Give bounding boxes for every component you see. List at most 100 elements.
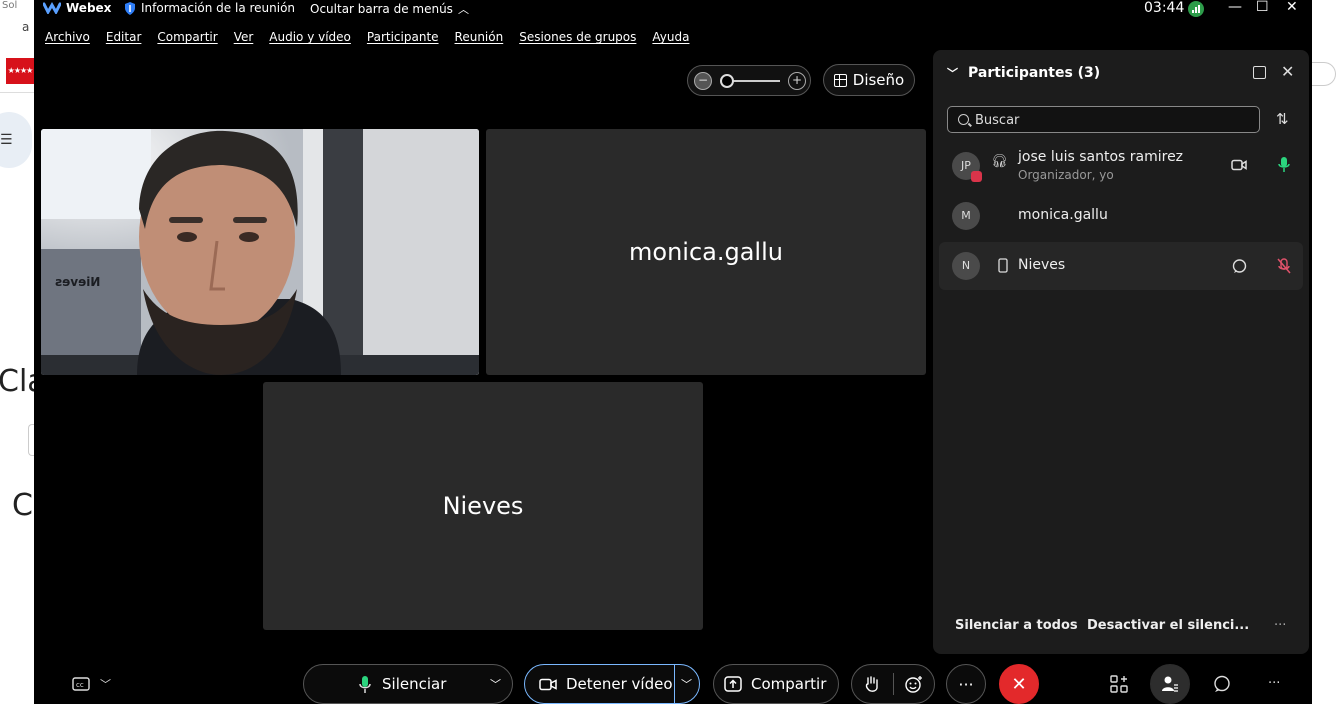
zoom-out-button[interactable]: − [694,72,712,90]
video-tile-nieves[interactable]: Nieves [263,382,703,630]
end-call-button[interactable]: ✕ [999,664,1039,704]
network-signal-icon[interactable] [1188,1,1204,17]
reaction-smiley-icon[interactable] [904,675,924,693]
participants-toggle-button[interactable] [1150,664,1190,704]
app-name: Webex [66,1,112,15]
hide-menu-bar-button[interactable]: Ocultar barra de menús ︿ [310,1,469,17]
participant-name: Nieves [1018,257,1066,273]
menu-ver[interactable]: Ver [234,30,254,44]
meeting-info-button[interactable]: Información de la reunión [124,1,295,15]
video-tile-camera[interactable]: Nieves [41,129,479,375]
share-button[interactable]: Compartir [713,664,839,704]
grid-layout-icon [833,73,847,87]
title-bar: Webex Información de la reunión Ocultar … [34,0,1312,18]
avatar: JP [952,152,982,182]
menu-participante[interactable]: Participante [367,30,439,44]
participants-header[interactable]: ﹀ Participantes (3) [947,65,1100,81]
zoom-control: − + [687,65,811,96]
participant-name: jose luis santos ramirez [1018,149,1184,165]
hamburger-menu-button[interactable]: ☰ [0,112,32,168]
participant-role: Organizador, yo [1018,168,1114,182]
clock: 03:44 [1144,0,1185,16]
search-field[interactable] [947,106,1260,133]
sort-icon[interactable]: ⇅ [1276,110,1289,128]
participant-row[interactable]: N Nieves [939,242,1303,290]
zoom-slider-handle[interactable] [720,74,734,88]
participant-row[interactable]: JP 🎧︎ jose luis santos ramirez Organizad… [939,142,1303,190]
chat-icon[interactable] [1213,675,1231,693]
meeting-info-label: Información de la reunión [141,1,296,15]
participant-name: monica.gallu [1018,207,1108,223]
mute-button[interactable]: Silenciar ﹀ [303,664,513,704]
svg-text:cc: cc [76,681,84,689]
raise-hand-icon[interactable] [864,675,880,693]
stop-video-button[interactable]: Detener vídeo ﹀ [524,664,700,704]
chevron-down-icon[interactable]: ﹀ [681,676,692,692]
microphone-icon [359,676,371,693]
video-camera-icon [539,678,557,691]
menu-icon: ☰ [0,132,13,148]
popout-icon[interactable] [1253,66,1266,79]
more-options-button[interactable]: ··· [946,664,986,704]
closed-captions-icon[interactable]: cc [72,677,90,691]
hide-menu-label: Ocultar barra de menús [310,2,453,16]
participant-tile-name: Nieves [442,492,524,520]
avatar-initials: N [961,259,971,272]
more-icon: ··· [958,674,974,694]
reactions-group [851,664,935,704]
zoom-in-button[interactable]: + [788,72,806,90]
camera-feed-image [41,129,479,375]
layout-button[interactable]: Diseño [823,64,915,96]
participant-row[interactable]: M monica.gallu [939,192,1303,240]
shield-icon [125,1,135,15]
menu-archivo[interactable]: Archivo [45,30,90,44]
participants-icon [1162,676,1178,692]
search-input[interactable] [975,111,1245,129]
mute-all-button[interactable]: Silenciar a todos [955,618,1078,633]
video-tile-monica[interactable]: monica.gallu [486,129,926,375]
chevron-up-icon: ︿ [457,3,469,16]
avatar-initials: JP [961,159,971,172]
menu-sesiones-grupos[interactable]: Sesiones de grupos [519,30,636,44]
more-right-icon[interactable]: ··· [1268,676,1280,691]
divider [0,92,34,93]
participants-panel: ﹀ Participantes (3) ✕ ⇅ JP 🎧︎ jose luis … [933,50,1309,654]
browser-tab-fragment: Sol [2,0,18,11]
webex-app-label[interactable]: Webex [43,1,111,15]
menu-compartir[interactable]: Compartir [157,30,217,44]
webex-window: Webex Información de la reunión Ocultar … [34,0,1312,704]
screen: Sol a ★★★★ ☰ Cla C Webex Información de … [0,0,1336,704]
video-camera-icon[interactable] [1231,159,1247,171]
close-icon: ✕ [1011,673,1027,695]
unmute-all-button[interactable]: Desactivar el silenci... [1087,618,1249,633]
apps-icon[interactable] [1110,675,1128,693]
menu-reunion[interactable]: Reunión [455,30,504,44]
background-browser-left: Sol a ★★★★ ☰ Cla C [0,0,46,704]
menu-ayuda[interactable]: Ayuda [652,30,689,44]
participant-tile-name: monica.gallu [629,238,783,266]
avatar: M [952,202,980,230]
close-icon[interactable]: ✕ [1281,62,1294,81]
mic-muted-icon[interactable] [1277,258,1291,276]
browser-profile-fragment [1312,62,1336,86]
avatar: N [952,252,980,280]
menu-audio-video[interactable]: Audio y vídeo [269,30,351,44]
host-badge-icon [971,171,982,182]
layout-label: Diseño [852,71,905,89]
stop-video-label: Detener vídeo [566,675,673,693]
share-label: Compartir [751,675,827,693]
panel-more-button[interactable]: ··· [1274,618,1286,633]
captions-chevron-down-icon[interactable]: ﹀ [100,676,111,692]
menu-bar: Archivo Editar Compartir Ver Audio y víd… [45,30,705,44]
close-window-button[interactable]: ✕ [1286,0,1298,15]
maximize-button[interactable]: ☐ [1256,0,1269,15]
mic-active-icon[interactable] [1277,156,1291,174]
chevron-down-icon[interactable]: ﹀ [490,676,501,692]
chevron-down-icon[interactable]: ﹀ [947,65,958,81]
divider [893,673,894,695]
zoom-slider-track[interactable] [726,80,780,82]
chat-bubble-icon[interactable] [1232,259,1247,274]
minimize-button[interactable]: — [1228,0,1242,15]
menu-editar[interactable]: Editar [106,30,142,44]
headset-icon: 🎧︎ [991,154,1008,169]
